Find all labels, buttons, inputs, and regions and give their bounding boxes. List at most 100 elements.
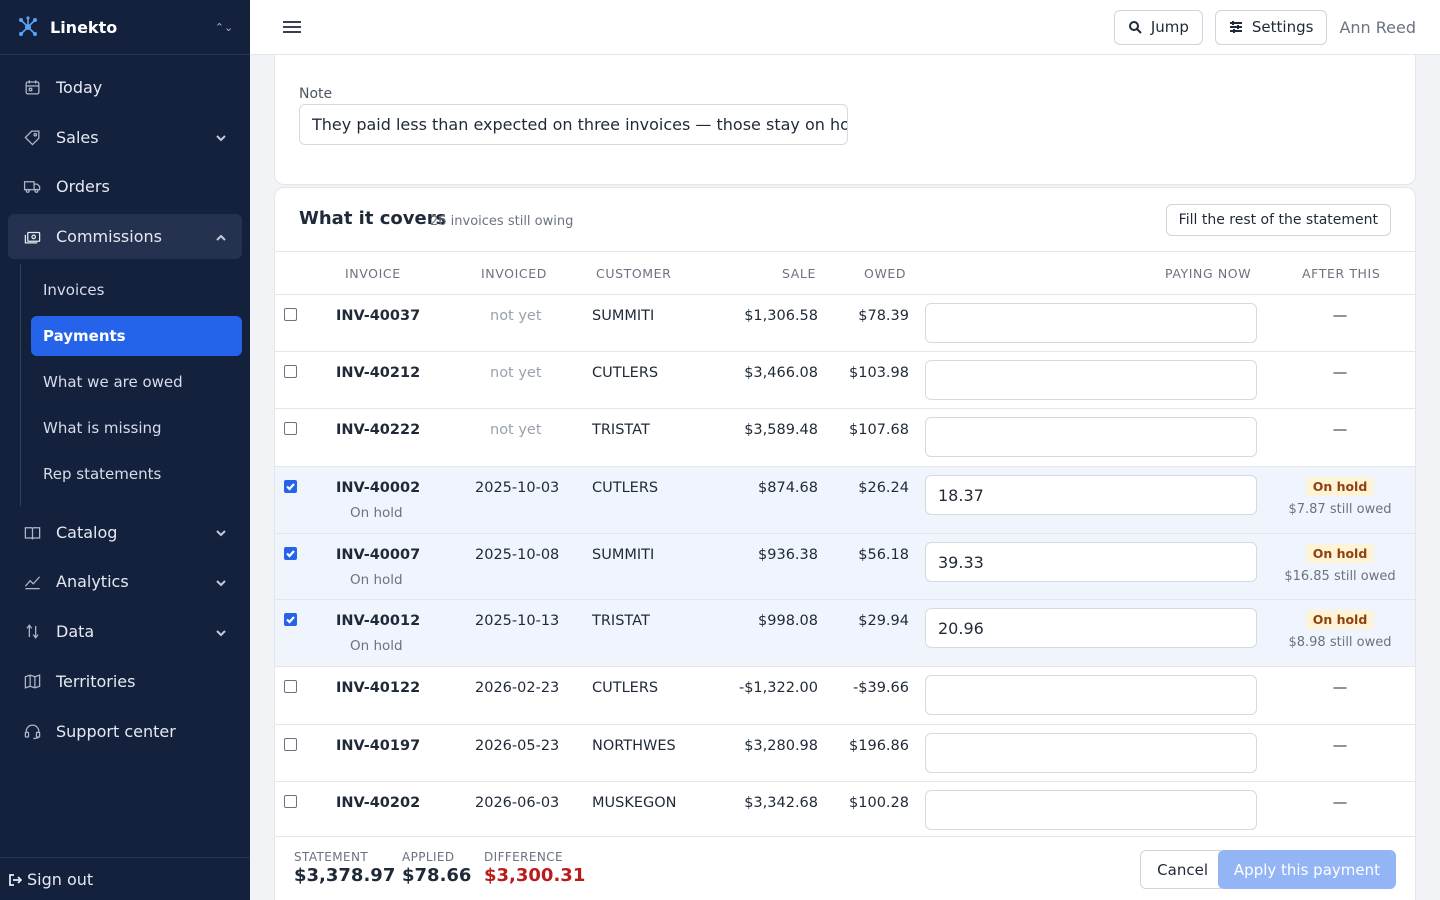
jump-button[interactable]: Jump xyxy=(1113,9,1203,45)
sidebar-item-territories[interactable]: Territories xyxy=(8,659,242,704)
user-name[interactable]: Ann Reed xyxy=(1339,18,1416,37)
owed-amount: $100.28 xyxy=(849,795,909,811)
row-checkbox[interactable] xyxy=(284,422,297,435)
column-header-customer[interactable]: CUSTOMER xyxy=(596,266,671,281)
column-header-owed[interactable]: OWED xyxy=(864,266,906,281)
menu-icon[interactable] xyxy=(282,17,302,37)
after-this-value: — xyxy=(1332,365,1348,381)
sidebar-item-label: Analytics xyxy=(56,572,129,592)
note-input[interactable]: They paid less than expected on three in… xyxy=(299,104,848,145)
sidebar: Linekto ⌃⌄ Today Sales Orders Commission… xyxy=(0,0,250,900)
row-checkbox[interactable] xyxy=(284,738,297,751)
sign-out-icon xyxy=(8,872,23,886)
paying-now-input[interactable]: 20.96 xyxy=(925,608,1257,648)
statement-summary: STATEMENT $3,378.97 xyxy=(294,850,395,886)
customer: CUTLERS xyxy=(592,680,659,696)
paying-now-input[interactable] xyxy=(925,417,1257,457)
sidebar-item-orders[interactable]: Orders xyxy=(8,164,242,209)
paying-now-input[interactable] xyxy=(925,675,1257,715)
paying-now-input[interactable]: 18.37 xyxy=(925,475,1257,515)
sidebar-item-sales[interactable]: Sales xyxy=(8,115,242,160)
covers-count: 26 invoices still owing xyxy=(430,214,574,229)
row-checkbox[interactable] xyxy=(284,680,297,693)
applied-label: APPLIED xyxy=(402,850,455,864)
invoiced-date: not yet xyxy=(490,365,542,381)
invoiced-date: 2025-10-03 xyxy=(475,480,560,496)
payment-details-card: Note They paid less than expected on thr… xyxy=(274,55,1416,185)
owed-amount: $196.86 xyxy=(849,738,909,754)
sale-amount: $3,466.08 xyxy=(744,365,818,381)
customer: TRISTAT xyxy=(592,422,650,438)
payment-summary-bar: STATEMENT $3,378.97 APPLIED $78.66 DIFFE… xyxy=(274,836,1416,900)
table-row: INV-40122 2026-02-23 CUTLERS -$1,322.00 … xyxy=(275,667,1415,725)
column-header-paying-now[interactable]: PAYING NOW xyxy=(1165,266,1251,281)
still-owed-text: $16.85 still owed xyxy=(1284,569,1396,584)
sale-amount: $874.68 xyxy=(758,480,818,496)
row-checkbox[interactable] xyxy=(284,480,297,493)
arrows-sort-icon xyxy=(22,622,42,642)
column-header-invoiced[interactable]: INVOICED xyxy=(481,266,547,281)
after-this-value: On hold $7.87 still owed xyxy=(1265,477,1415,517)
invoice-id: INV-40222 xyxy=(336,422,421,438)
fill-rest-button[interactable]: Fill the rest of the statement xyxy=(1165,204,1391,236)
row-checkbox[interactable] xyxy=(284,613,297,626)
on-hold-badge: On hold xyxy=(1305,610,1375,629)
chart-line-icon xyxy=(22,572,42,592)
cancel-button[interactable]: Cancel xyxy=(1140,850,1225,889)
check-icon xyxy=(286,616,295,624)
apply-payment-button[interactable]: Apply this payment xyxy=(1217,850,1396,889)
settings-button[interactable]: Settings xyxy=(1214,9,1328,45)
customer: CUTLERS xyxy=(592,480,659,496)
paying-now-input[interactable] xyxy=(925,790,1257,830)
owed-amount: $56.18 xyxy=(858,547,909,563)
sidebar-item-support-center[interactable]: Support center xyxy=(8,709,242,754)
applied-summary: APPLIED $78.66 xyxy=(402,850,471,886)
sidebar-item-commissions[interactable]: Commissions xyxy=(8,214,242,260)
check-icon xyxy=(286,483,295,491)
on-hold-badge: On hold xyxy=(1305,477,1375,496)
paying-now-input[interactable] xyxy=(925,733,1257,773)
sidebar-collapse-icon[interactable]: ⌃⌄ xyxy=(214,21,234,34)
invoiced-date: not yet xyxy=(490,422,542,438)
subnav-item-invoices[interactable]: Invoices xyxy=(31,270,242,310)
book-icon xyxy=(22,522,42,542)
row-checkbox[interactable] xyxy=(284,547,297,560)
subnav-item-rep-statements[interactable]: Rep statements xyxy=(31,454,242,494)
cash-icon xyxy=(22,227,42,247)
invoice-id: INV-40202 xyxy=(336,795,421,811)
invoice-id: INV-40122 xyxy=(336,680,421,696)
sliders-icon xyxy=(1229,21,1242,33)
sidebar-item-label: Today xyxy=(56,78,103,97)
after-this-value: On hold $16.85 still owed xyxy=(1265,544,1415,584)
sidebar-item-today[interactable]: Today xyxy=(8,65,242,110)
table-row: INV-40222 not yet TRISTAT $3,589.48 $107… xyxy=(275,409,1415,467)
still-owed-text: $8.98 still owed xyxy=(1288,635,1392,650)
row-checkbox[interactable] xyxy=(284,308,297,321)
row-checkbox[interactable] xyxy=(284,795,297,808)
row-checkbox[interactable] xyxy=(284,365,297,378)
invoiced-date: 2026-06-03 xyxy=(475,795,560,811)
sidebar-item-label: Data xyxy=(56,622,95,642)
column-header-after-this[interactable]: AFTER THIS xyxy=(1302,266,1380,281)
paying-now-input[interactable] xyxy=(925,360,1257,400)
statement-label: STATEMENT xyxy=(294,850,369,864)
sidebar-item-analytics[interactable]: Analytics xyxy=(8,559,242,604)
sidebar-item-label: Territories xyxy=(56,671,136,691)
customer: CUTLERS xyxy=(592,365,659,381)
sign-out-button[interactable]: Sign out xyxy=(0,857,250,900)
paying-now-input[interactable]: 39.33 xyxy=(925,542,1257,582)
subnav-item-payments[interactable]: Payments xyxy=(31,315,242,356)
column-header-sale[interactable]: SALE xyxy=(782,266,816,281)
after-this-value: — xyxy=(1332,680,1348,696)
table-row: INV-40202 2026-06-03 MUSKEGON $3,342.68 … xyxy=(275,782,1415,839)
search-icon xyxy=(1128,21,1142,34)
subnav-item-what-we-are-owed[interactable]: What we are owed xyxy=(31,362,242,402)
paying-now-input[interactable] xyxy=(925,303,1257,343)
owed-amount: $78.39 xyxy=(858,308,909,324)
sidebar-item-catalog[interactable]: Catalog xyxy=(8,510,242,555)
after-this-value: On hold $8.98 still owed xyxy=(1265,610,1415,650)
invoice-status: On hold xyxy=(350,505,403,521)
column-header-invoice[interactable]: INVOICE xyxy=(345,266,401,281)
subnav-item-what-is-missing[interactable]: What is missing xyxy=(31,408,242,448)
sidebar-item-data[interactable]: Data xyxy=(8,609,242,654)
